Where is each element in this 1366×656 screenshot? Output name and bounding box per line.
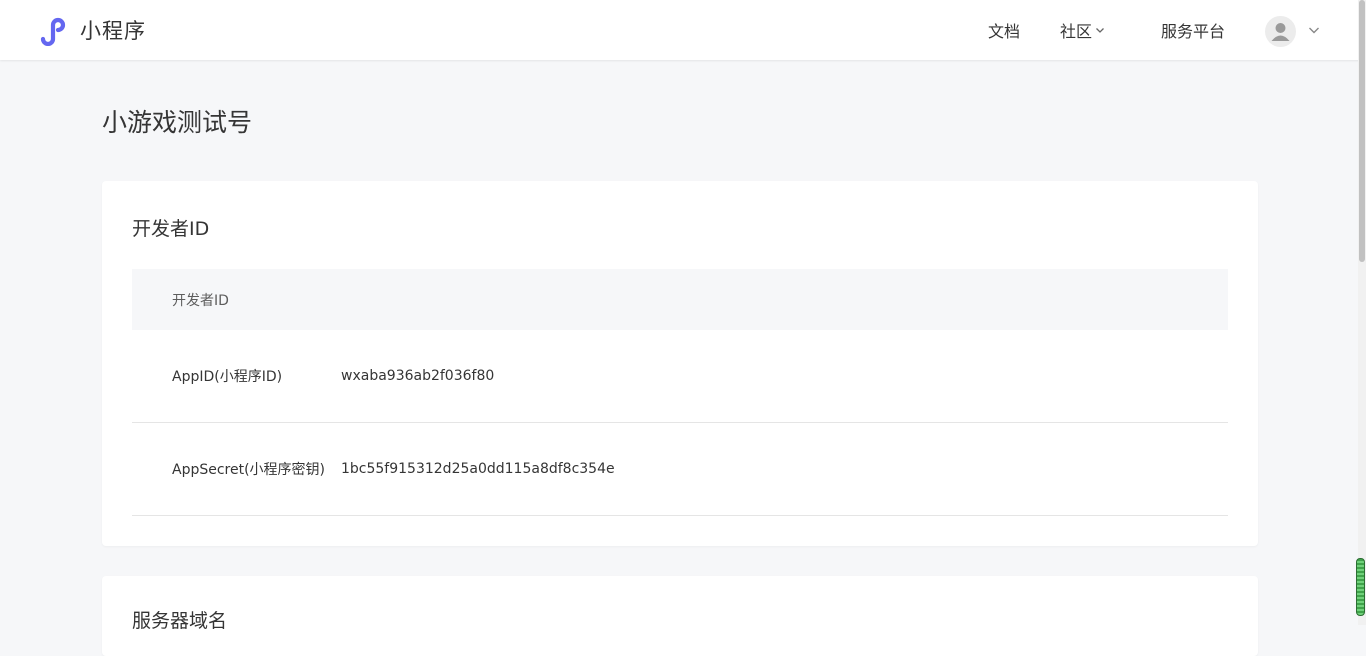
developer-id-table: 开发者ID AppID(小程序ID) wxaba936ab2f036f80 Ap… (132, 269, 1228, 516)
logo-text: 小程序 (80, 19, 146, 43)
table-header-label: 开发者ID (172, 292, 229, 309)
developer-id-card-title: 开发者ID (132, 218, 210, 240)
nav-service-label: 服务平台 (1161, 22, 1226, 41)
top-header: 小程序 文档 社区 服务平台 (0, 0, 1366, 60)
scrollbar-thumb[interactable] (1359, 0, 1365, 262)
scroll-indicator (1356, 558, 1365, 616)
user-avatar-icon (1271, 23, 1290, 41)
nav-community-label: 社区 (1060, 22, 1093, 41)
nav-docs-label: 文档 (988, 22, 1021, 41)
user-menu-chevron-down-icon[interactable] (1308, 24, 1320, 36)
appid-label: AppID(小程序ID) (172, 369, 283, 385)
miniprogram-logo-icon (40, 17, 66, 46)
user-avatar[interactable] (1265, 16, 1296, 47)
appsecret-label: AppSecret(小程序密钥) (172, 462, 326, 478)
developer-id-card: 开发者ID 开发者ID AppID(小程序ID) wxaba936ab2f036… (102, 181, 1258, 546)
page-title: 小游戏测试号 (102, 108, 253, 137)
chevron-down-icon (1096, 28, 1104, 33)
table-row-appsecret: AppSecret(小程序密钥) 1bc55f915312d25a0dd115a… (132, 423, 1228, 516)
nav-docs[interactable]: 文档 (988, 0, 1020, 60)
server-domain-card-title: 服务器域名 (132, 610, 228, 632)
nav-community[interactable]: 社区 (1060, 0, 1105, 60)
server-domain-card: 服务器域名 (102, 576, 1258, 656)
table-header: 开发者ID (132, 269, 1228, 330)
appid-value[interactable]: wxaba936ab2f036f80 (341, 368, 494, 384)
page-scrollbar[interactable] (1358, 0, 1366, 625)
table-row-appid: AppID(小程序ID) wxaba936ab2f036f80 (132, 330, 1228, 423)
nav-service-platform[interactable]: 服务平台 (1161, 0, 1225, 60)
miniprogram-logo[interactable]: 小程序 (38, 14, 146, 46)
appsecret-value[interactable]: 1bc55f915312d25a0dd115a8df8c354e (341, 461, 615, 477)
